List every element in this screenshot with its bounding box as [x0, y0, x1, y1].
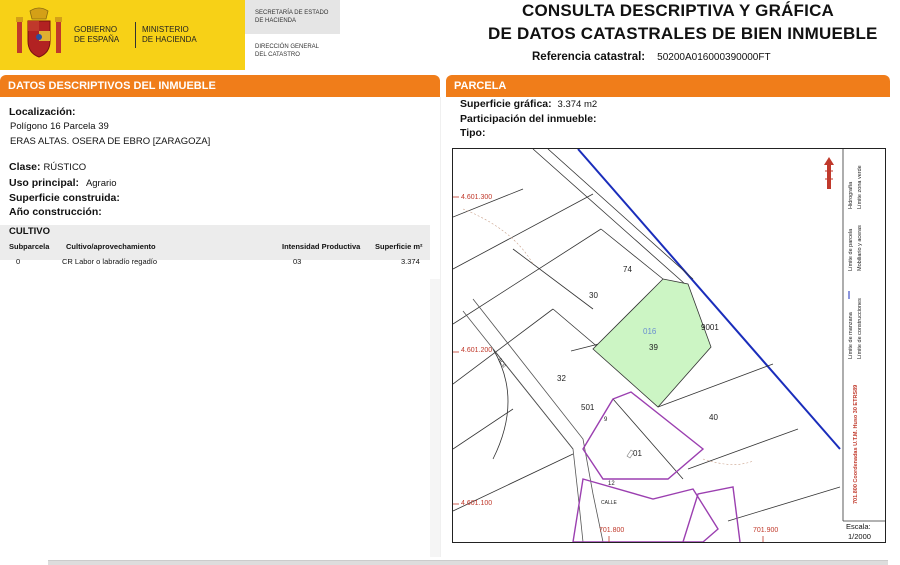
localizacion-label: Localización:	[9, 106, 76, 118]
legend-item: Límite de construcciones	[857, 298, 863, 359]
cultivo-table-header	[0, 225, 430, 260]
legend-item: Límite de parcela	[848, 228, 854, 271]
page-title-line2: DE DATOS CATASTRALES DE BIEN INMUEBLE	[488, 24, 878, 43]
secretaria-line2: DE HACIENDA	[255, 18, 297, 24]
panel-shade	[430, 279, 440, 557]
coat-of-arms-icon	[16, 7, 62, 58]
referencia-catastral: Referencia catastral: 50200A016000390000F…	[532, 51, 771, 63]
ministerio-line2: DE HACIENDA	[142, 35, 197, 44]
gobierno-line2: DE ESPAÑA	[74, 35, 120, 44]
participacion-label: Participación del inmueble:	[460, 113, 597, 125]
cell-superficie: 3.374	[401, 257, 420, 266]
logo-divider	[135, 22, 136, 48]
parcel-label: 39	[649, 343, 658, 352]
cell-subparcela: 0	[16, 257, 21, 266]
col-header-intensidad: Intensidad Productiva	[282, 242, 361, 251]
gobierno-line1: GOBIERNO	[74, 25, 118, 34]
tipo-label: Tipo:	[460, 127, 486, 139]
secretaria-box: SECRETARÍA DE ESTADO DE HACIENDA	[245, 0, 340, 34]
uso-value: Agrario	[85, 178, 117, 189]
north-arrow-icon	[824, 157, 834, 189]
clase-row: Clase: RÚSTICO	[9, 161, 86, 173]
coord-label: 4.601.100	[461, 500, 492, 507]
parcel-label: 01	[633, 449, 642, 458]
secretaria-line1: SECRETARÍA DE ESTADO	[255, 10, 329, 16]
superficie-construida-label: Superficie construida:	[9, 192, 120, 204]
legend-item: Mobiliario y aceras	[857, 225, 863, 271]
direccion-block: SECRETARÍA DE ESTADO DE HACIENDA DIRECCIÓ…	[245, 0, 340, 70]
localizacion-line1: Polígono 16 Parcela 39	[10, 121, 109, 132]
horizontal-scrollbar[interactable]	[48, 560, 888, 565]
legend-item: Límite de manzana	[848, 311, 854, 359]
map-canvas: 4.601.300 4.601.200 4.601.100 701.800 70…	[453, 149, 885, 542]
page-title-line1: CONSULTA DESCRIPTIVA Y GRÁFICA	[522, 1, 835, 20]
cell-intensidad: 03	[293, 257, 302, 266]
ministerio-line1: MINISTERIO	[142, 25, 189, 34]
ref-label: Referencia catastral:	[532, 51, 646, 63]
direccion-line2: DEL CATASTRO	[255, 52, 300, 58]
gobierno-logo-block: GOBIERNO DE ESPAÑA MINISTERIO DE HACIENDA	[0, 0, 245, 70]
coord-label: 701.800	[599, 527, 624, 534]
cultivo-title: CULTIVO	[9, 226, 50, 237]
col-header-cultivo: Cultivo/aprovechamiento	[66, 242, 156, 251]
parcel-label: 40	[709, 413, 718, 422]
parcel-label: 30	[589, 291, 598, 300]
road-label: ACS	[496, 357, 507, 369]
parcel-label: 12	[608, 481, 615, 487]
col-header-superficie: Superficie m²	[375, 242, 423, 251]
sup-grafica-value: 3.374 m2	[557, 99, 598, 110]
parcel-map[interactable]: 4.601.300 4.601.200 4.601.100 701.800 70…	[452, 148, 886, 543]
parcel-label: 501	[581, 403, 595, 412]
parcel-label: 9001	[701, 323, 719, 332]
clase-label: Clase:	[9, 161, 41, 173]
col-header-subparcela: Subparcela	[9, 242, 50, 251]
coord-label: 4.601.200	[461, 347, 492, 354]
scale-label: Escala:	[846, 522, 871, 531]
tab-parcela: PARCELA	[446, 75, 890, 97]
localizacion-line2: ERAS ALTAS. OSERA DE EBRO [ZARAGOZA]	[10, 136, 211, 147]
ref-value: 50200A016000390000FT	[657, 52, 771, 63]
uso-label: Uso principal:	[9, 177, 80, 189]
parcel-label: 9	[604, 417, 608, 423]
coord-note: 701.800 Coordenadas U.T.M. Huso 30 ETRS8…	[853, 385, 859, 504]
parcel-label: 32	[557, 374, 566, 383]
cell-cultivo: CR Labor o labradío regadío	[62, 257, 158, 266]
uso-row: Uso principal: Agrario	[9, 177, 117, 189]
sup-grafica-label: Superficie gráfica:	[460, 98, 552, 110]
parcel-label: 74	[623, 265, 632, 274]
coord-label: 4.601.300	[461, 194, 492, 201]
legend-item: Límite zona verde	[857, 165, 863, 209]
direccion-line1: DIRECCIÓN GENERAL	[255, 44, 320, 50]
ano-construccion-label: Año construcción:	[9, 206, 102, 218]
tab-datos-descriptivos: DATOS DESCRIPTIVOS DEL INMUEBLE	[0, 75, 440, 97]
parcel-label: 016	[643, 327, 657, 336]
legend-item: Hidrografía	[848, 181, 854, 209]
clase-value: RÚSTICO	[43, 162, 87, 173]
road-label: CALLE	[601, 500, 618, 506]
scale-value: 1/2000	[848, 532, 871, 541]
sup-grafica-row: Superficie gráfica: 3.374 m2	[460, 98, 597, 110]
coord-label: 701.900	[753, 527, 778, 534]
